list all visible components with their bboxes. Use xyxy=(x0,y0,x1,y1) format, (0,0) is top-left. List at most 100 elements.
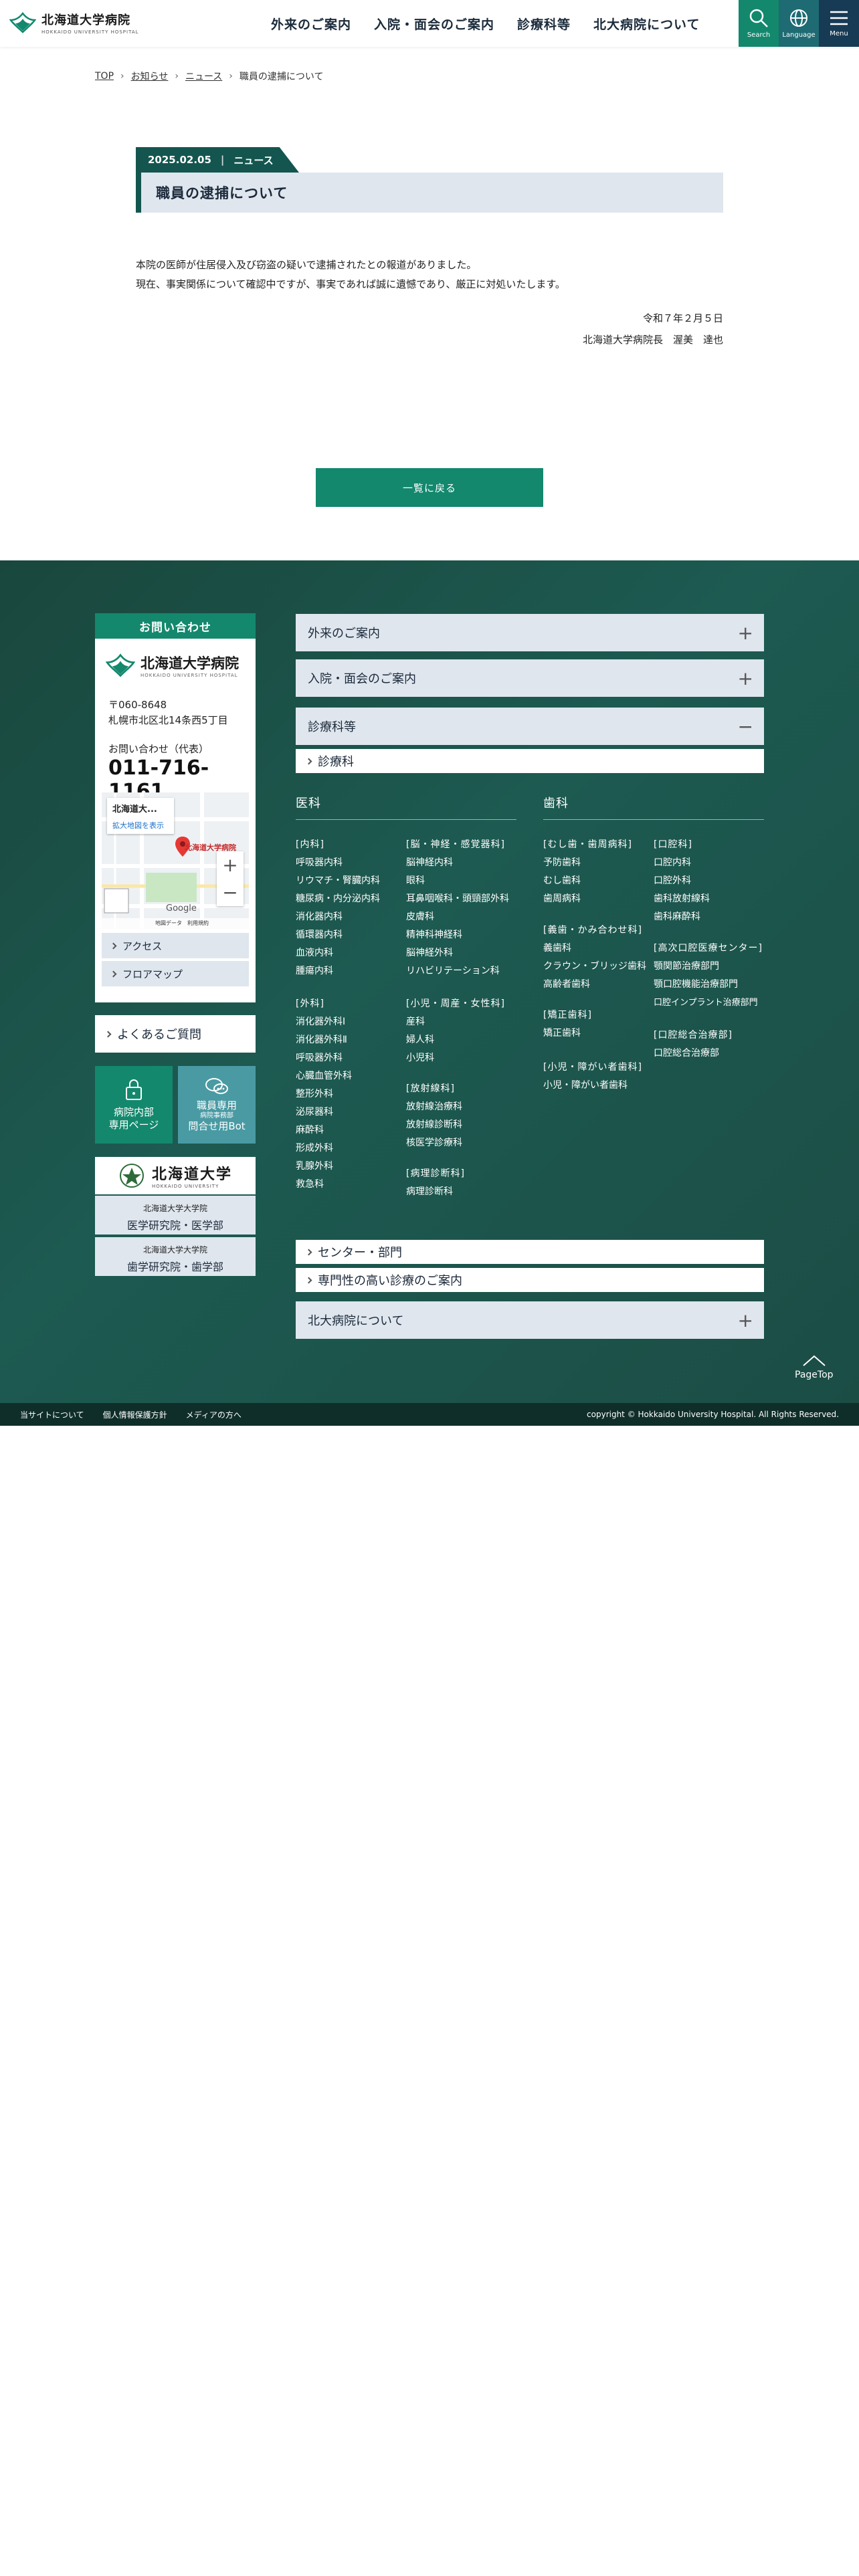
dept-link[interactable]: 糖尿病・内分泌内科 xyxy=(296,890,380,908)
dept-link[interactable]: 矯正歯科 xyxy=(543,1025,592,1043)
floor-map-link[interactable]: フロアマップ xyxy=(102,961,249,986)
dept-link[interactable]: 形成外科 xyxy=(296,1140,352,1158)
dept-link[interactable]: 皮膚科 xyxy=(406,908,509,926)
university-name-en: HOKKAIDO UNIVERSITY xyxy=(151,1184,219,1189)
dept-link[interactable]: 産科 xyxy=(406,1013,505,1031)
media-link[interactable]: メディアの方へ xyxy=(186,1409,242,1420)
article-signature: 令和７年２月５日 北海道大学病院長 渥美 達也 xyxy=(136,308,723,350)
dept-link[interactable]: 婦人科 xyxy=(406,1031,505,1049)
breadcrumb-top[interactable]: TOP xyxy=(95,71,114,82)
about-site-link[interactable]: 当サイトについて xyxy=(20,1409,84,1420)
breadcrumb-news[interactable]: ニュース xyxy=(185,70,222,83)
contact-logo-subtitle: HOKKAIDO UNIVERSITY HOSPITAL xyxy=(140,673,238,678)
accordion-about[interactable]: 北大病院について + xyxy=(296,1301,764,1339)
dept-link[interactable]: 脳神経外科 xyxy=(406,944,509,962)
divider: | xyxy=(220,154,225,166)
dept-group-heading: [内科] xyxy=(296,839,324,850)
nav-about[interactable]: 北大病院について xyxy=(582,15,711,33)
accordion-departments[interactable]: 診療科等 − xyxy=(296,708,764,745)
dept-link[interactable]: 血液内科 xyxy=(296,944,380,962)
dept-link[interactable]: 放射線診断科 xyxy=(406,1116,462,1134)
faq-link[interactable]: よくあるご質問 xyxy=(95,1015,256,1053)
staff-bot-button[interactable]: 職員専用 病院事務部 問合せ用Bot xyxy=(178,1066,256,1144)
dept-link[interactable]: 呼吸器内科 xyxy=(296,854,380,872)
dept-link[interactable]: 腫瘍内科 xyxy=(296,962,380,980)
menu-button[interactable]: Menu xyxy=(819,0,859,47)
zoom-in-button[interactable]: + xyxy=(222,854,237,876)
dept-link[interactable]: 麻酔科 xyxy=(296,1121,352,1140)
dental-heading: 歯科 xyxy=(543,796,569,811)
back-to-list-button[interactable]: 一覧に戻る xyxy=(316,468,543,507)
map-enlarge-link[interactable]: 拡大地図を表示 xyxy=(112,820,169,831)
dept-link[interactable]: 歯科放射線科 xyxy=(654,890,710,908)
dept-group-heading: [矯正歯科] xyxy=(543,1010,592,1021)
dept-link[interactable]: 高齢者歯科 xyxy=(543,976,646,994)
departments-sub-link[interactable]: 診療科 xyxy=(296,749,764,773)
copyright: copyright © Hokkaido University Hospital… xyxy=(587,1410,839,1419)
dept-group: [口腔科] 口腔内科 口腔外科 歯科放射線科 歯科麻酔科 xyxy=(654,836,710,926)
language-button[interactable]: Language xyxy=(779,0,819,47)
dept-link[interactable]: 予防歯科 xyxy=(543,854,632,872)
dept-link[interactable]: 歯科麻酔科 xyxy=(654,908,710,926)
staff-page-button[interactable]: 病院内部 専用ページ xyxy=(95,1066,173,1144)
dept-link[interactable]: 口腔インプラント治療部門 xyxy=(654,994,763,1012)
dept-link[interactable]: クラウン・ブリッジ歯科 xyxy=(543,958,646,976)
dept-link[interactable]: 消化器外科Ⅱ xyxy=(296,1031,352,1049)
dept-link[interactable]: 救急科 xyxy=(296,1176,352,1194)
dept-link[interactable]: 病理診断科 xyxy=(406,1183,465,1201)
privacy-policy-link[interactable]: 個人情報保護方針 xyxy=(103,1409,167,1420)
embedded-map[interactable]: 北海道大... 拡大地図を表示 北海道大学病院 + − Google 地図データ… xyxy=(102,792,249,929)
dept-link[interactable]: 義歯科 xyxy=(543,940,646,958)
language-label: Language xyxy=(782,31,816,39)
menu-label: Menu xyxy=(830,30,848,37)
nav-outpatient[interactable]: 外来のご案内 xyxy=(260,15,363,33)
accordion-inpatient[interactable]: 入院・面会のご案内 + xyxy=(296,659,764,697)
dept-link[interactable]: 顎口腔機能治療部門 xyxy=(654,976,763,994)
accordion-outpatient[interactable]: 外来のご案内 + xyxy=(296,614,764,651)
chevron-up-icon xyxy=(803,1355,826,1366)
breadcrumb-news-list[interactable]: お知らせ xyxy=(131,70,169,83)
medical-school-link[interactable]: 北海道大学大学院 医学研究院・医学部 xyxy=(95,1194,256,1235)
dept-link[interactable]: 歯周病科 xyxy=(543,890,632,908)
dept-link[interactable]: 脳神経内科 xyxy=(406,854,509,872)
plus-icon: + xyxy=(737,1309,753,1331)
dept-link[interactable]: 消化器内科 xyxy=(296,908,380,926)
search-button[interactable]: Search xyxy=(739,0,779,47)
zoom-out-button[interactable]: − xyxy=(222,881,237,903)
dept-link[interactable]: 放射線治療科 xyxy=(406,1098,462,1116)
chevron-right-icon xyxy=(104,1031,112,1037)
dept-link[interactable]: 小児科 xyxy=(406,1049,505,1067)
postal-code: 〒060-8648 xyxy=(108,699,167,711)
nav-departments[interactable]: 診療科等 xyxy=(506,15,582,33)
dept-link[interactable]: 核医学診療科 xyxy=(406,1134,462,1152)
site-logo[interactable]: 北海道大学病院 HOKKAIDO UNIVERSITY HOSPITAL xyxy=(9,11,139,35)
dept-link[interactable]: 耳鼻咽喉科・頭頸部外科 xyxy=(406,890,509,908)
dept-group-heading: [病理診断科] xyxy=(406,1168,465,1179)
dept-link[interactable]: 心臓血管外科 xyxy=(296,1067,352,1085)
dept-link[interactable]: 顎関節治療部門 xyxy=(654,958,763,976)
centers-link[interactable]: センター・部門 xyxy=(296,1240,764,1264)
dept-link[interactable]: 整形外科 xyxy=(296,1085,352,1103)
dept-link[interactable]: 口腔総合治療部 xyxy=(654,1045,733,1063)
access-link[interactable]: アクセス xyxy=(102,933,249,958)
dept-link[interactable]: 精神科神経科 xyxy=(406,926,509,944)
university-banner[interactable]: 北海道大学 HOKKAIDO UNIVERSITY xyxy=(95,1157,256,1194)
dental-school-link[interactable]: 北海道大学大学院 歯学研究院・歯学部 xyxy=(95,1236,256,1276)
dept-link[interactable]: リハビリテーション科 xyxy=(406,962,509,980)
dept-link[interactable]: 眼科 xyxy=(406,872,509,890)
specialty-care-link[interactable]: 専門性の高い診療のご案内 xyxy=(296,1268,764,1292)
sub-link-label: 診療科 xyxy=(318,755,354,769)
dept-link[interactable]: むし歯科 xyxy=(543,872,632,890)
dept-link[interactable]: 口腔内科 xyxy=(654,854,710,872)
dept-link[interactable]: 小児・障がい者歯科 xyxy=(543,1077,642,1095)
dept-link[interactable]: 口腔外科 xyxy=(654,872,710,890)
page-top-button[interactable]: PageTop xyxy=(795,1354,834,1380)
dept-link[interactable]: 呼吸器外科 xyxy=(296,1049,352,1067)
dept-link[interactable]: 消化器外科Ⅰ xyxy=(296,1013,352,1031)
dept-link[interactable]: リウマチ・腎臓内科 xyxy=(296,872,380,890)
dept-link[interactable]: 循環器内科 xyxy=(296,926,380,944)
dept-link[interactable]: 乳腺外科 xyxy=(296,1158,352,1176)
nav-inpatient[interactable]: 入院・面会のご案内 xyxy=(363,15,506,33)
dept-link[interactable]: 泌尿器科 xyxy=(296,1103,352,1121)
dept-group: [病理診断科] 病理診断科 xyxy=(406,1165,465,1201)
